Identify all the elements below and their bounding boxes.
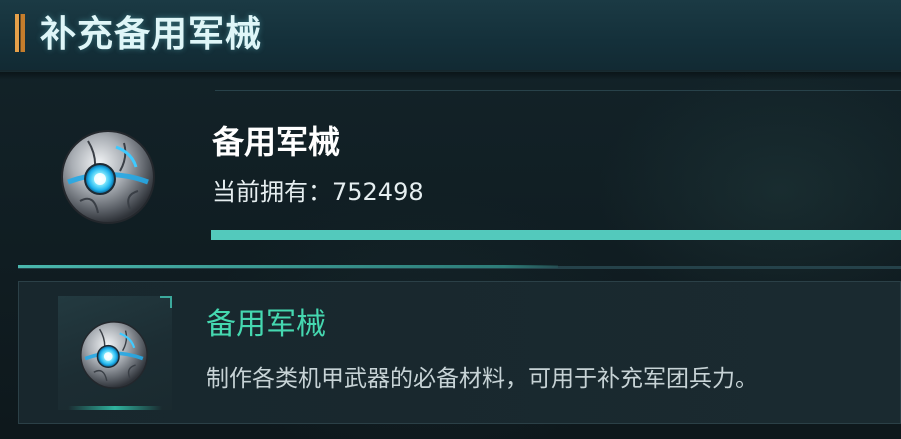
page-title: 补充备用军械	[40, 13, 263, 55]
title-bar-shadow	[0, 70, 901, 80]
mech-core-orb-icon-small	[80, 321, 148, 389]
mech-core-orb-icon	[61, 130, 155, 224]
owned-label: 当前拥有：	[212, 178, 332, 206]
section-divider-accent	[18, 265, 558, 268]
owned-value: 752498	[332, 178, 424, 206]
header-divider	[215, 90, 901, 91]
title-accent-stripe	[15, 14, 25, 52]
frame-corner-accent	[160, 296, 172, 308]
title-bar: 补充备用军械	[0, 0, 901, 72]
detail-item-description: 制作各类机甲武器的必备材料，可用于补充军团兵力。	[206, 366, 758, 392]
frame-bottom-glow	[68, 406, 162, 410]
item-name: 备用军械	[212, 123, 341, 161]
owned-progress-bar	[211, 230, 901, 240]
detail-item-name: 备用军械	[206, 307, 326, 342]
owned-count: 当前拥有：752498	[212, 176, 424, 208]
